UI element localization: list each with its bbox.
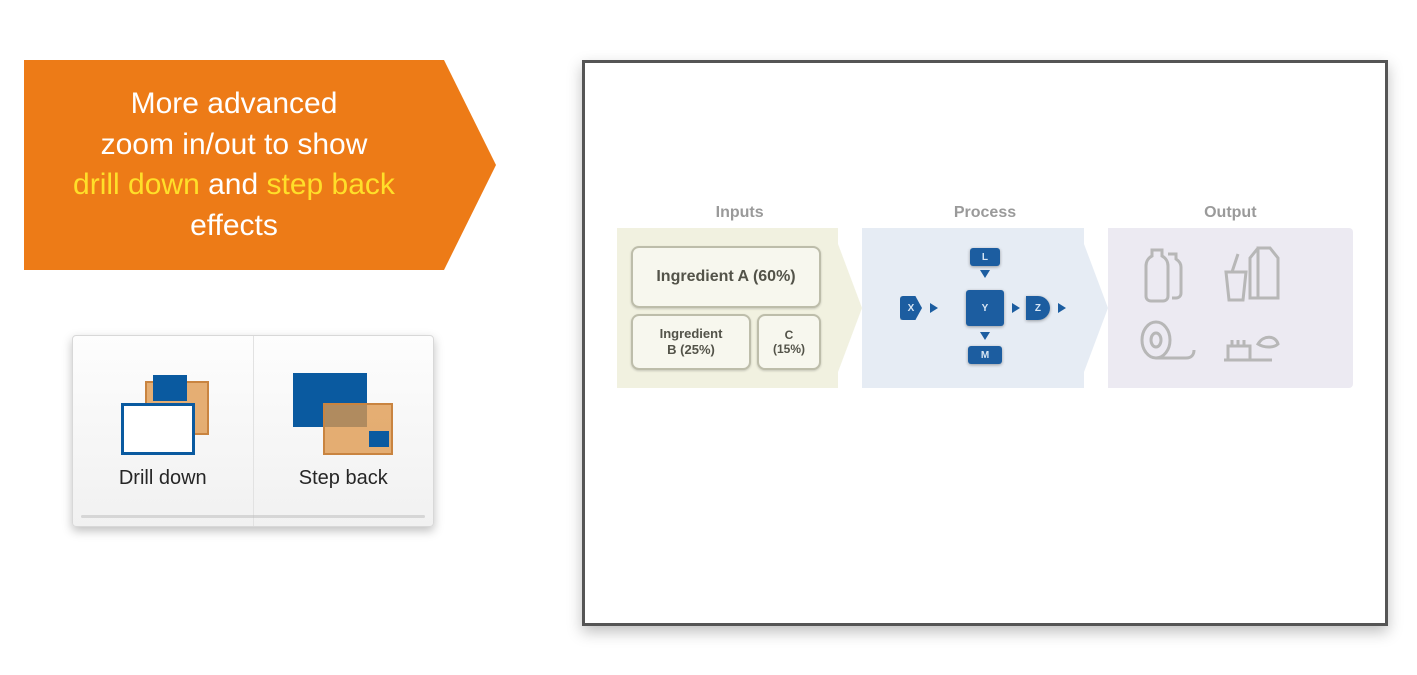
header-inputs: Inputs [617,204,862,222]
process-node-left: X [900,296,922,320]
callout-line1: More advanced [131,87,338,120]
arrow-right-icon-3 [1058,303,1066,313]
arrow-down-icon [980,270,990,278]
zoom-toolbar: Drill down Step back [72,335,434,527]
step-back-button[interactable]: Step back [254,336,434,526]
process-node-right: Z [1026,296,1050,320]
bottles-icon [1138,242,1192,306]
slide-preview: Inputs Ingredient A (60%) Ingredient B (… [582,60,1388,626]
arrow-right-icon [930,303,938,313]
callout-line4: effects [190,209,278,242]
callout-highlight-drill: drill down [73,168,200,201]
process-node-bottom: M [968,346,1002,364]
ingredient-a: Ingredient A (60%) [631,246,821,308]
header-process: Process [862,204,1107,222]
chevron-output [1108,228,1353,388]
chevron-inputs: Ingredient A (60%) Ingredient B (25%) C … [617,228,862,388]
segment-output: Output [1108,228,1353,388]
arrow-down-icon-2 [980,332,990,340]
callout-and: and [200,168,267,201]
process-node-top: L [970,248,1000,266]
process-node-center: Y [966,290,1004,326]
segment-inputs: Inputs Ingredient A (60%) Ingredient B (… [617,228,862,388]
process-flow-row: Inputs Ingredient A (60%) Ingredient B (… [617,228,1353,388]
toothpaste-icon [1218,320,1288,368]
arrow-right-icon-2 [1012,303,1020,313]
callout-advanced-zoom: More advanced zoom in/out to show drill … [24,60,444,270]
drill-down-label: Drill down [119,467,207,490]
ingredient-b: Ingredient B (25%) [631,314,751,370]
drill-down-icon [113,373,213,453]
paper-roll-icon [1138,320,1198,368]
callout-highlight-step: step back [267,168,395,201]
ingredient-c: C (15%) [757,314,821,370]
step-back-label: Step back [299,467,388,490]
drill-down-button[interactable]: Drill down [73,336,254,526]
header-output: Output [1108,204,1353,222]
chevron-process: L X Y Z M [862,228,1107,388]
carton-cup-icon [1218,242,1288,306]
segment-process: Process L X Y Z [862,228,1107,388]
step-back-icon [293,373,393,453]
callout-line2: zoom in/out to show [101,128,368,161]
